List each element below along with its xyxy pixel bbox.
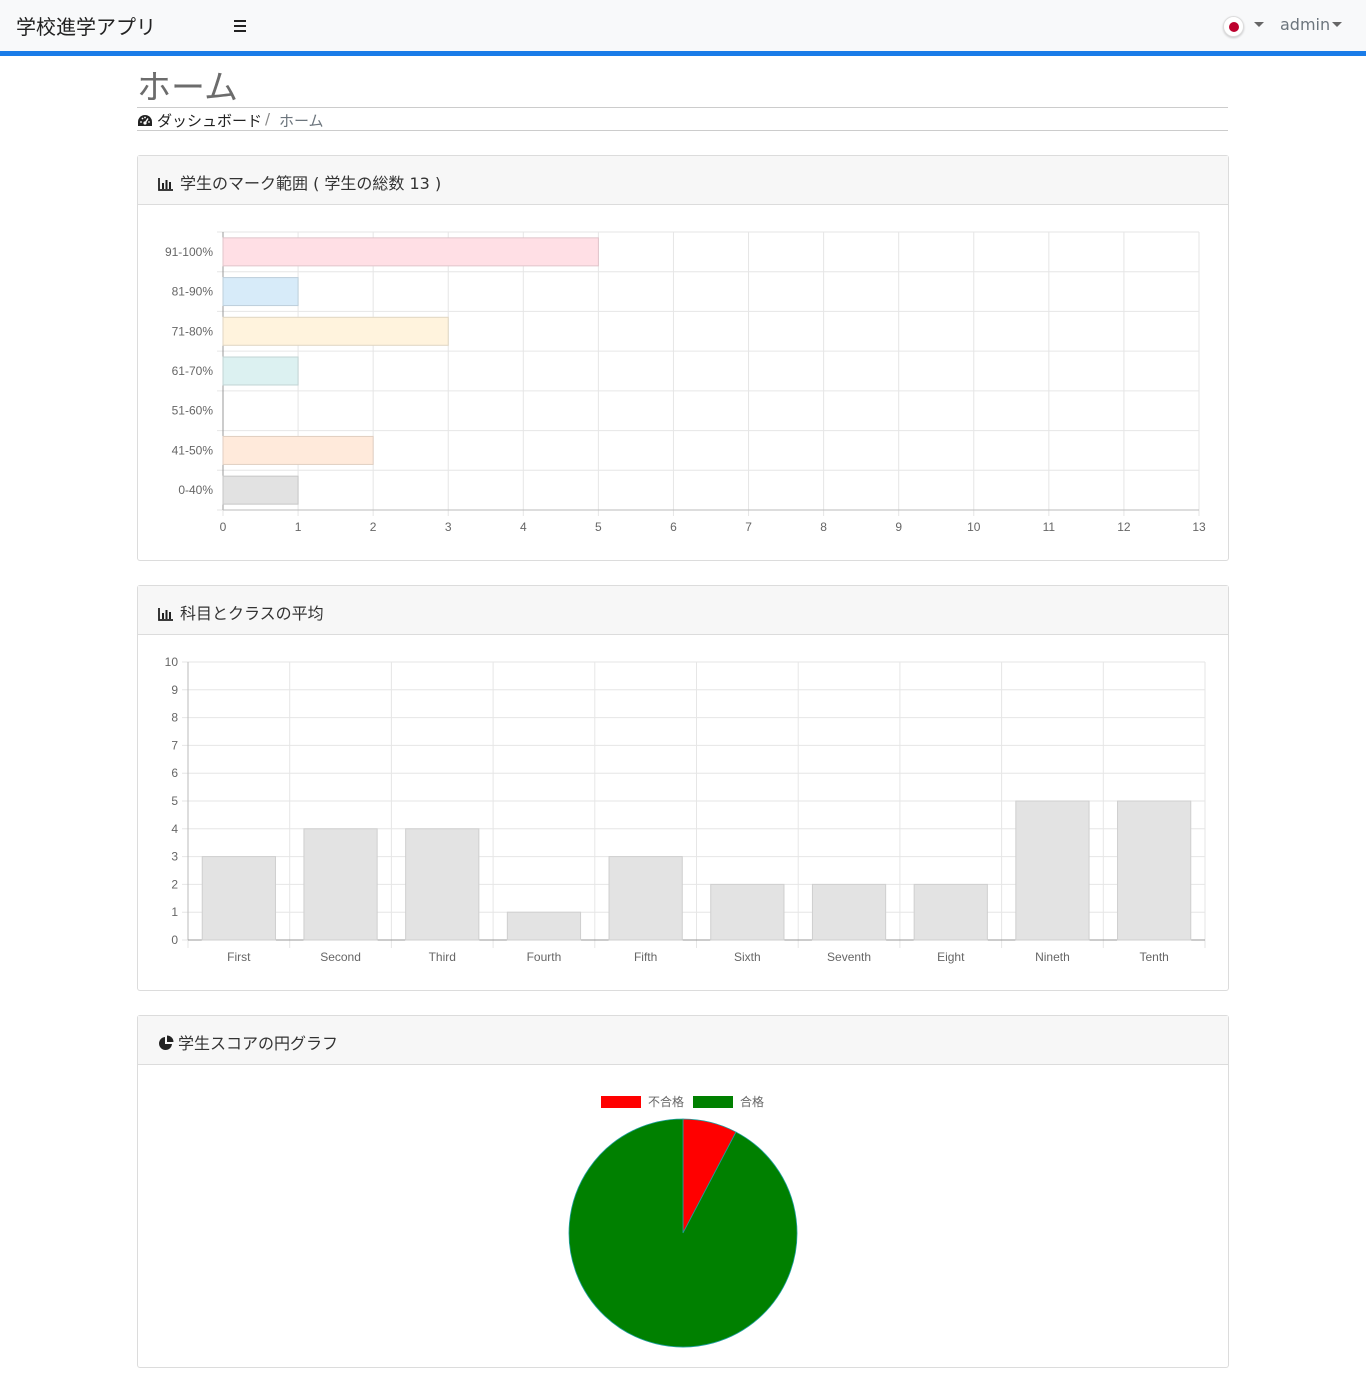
x-tick-label: 6 — [670, 520, 677, 534]
bar — [811, 883, 887, 941]
breadcrumb-dashboard-label: ダッシュボード — [157, 112, 263, 130]
card-title: 科目とクラスの平均 — [158, 600, 324, 624]
y-tick-label: 61-70% — [172, 364, 214, 378]
x-tick-label: 13 — [1192, 520, 1206, 534]
y-tick-label: 5 — [171, 794, 178, 808]
bar — [201, 856, 276, 941]
y-tick-label: 3 — [171, 850, 178, 864]
bar — [222, 277, 299, 307]
y-tick-label: 9 — [171, 683, 178, 697]
y-tick-label: 41-50% — [172, 443, 214, 457]
y-tick-label: 0-40% — [178, 483, 213, 497]
user-dropdown[interactable]: admin — [1276, 13, 1346, 39]
breadcrumb-separator: / — [265, 110, 271, 128]
divider — [137, 130, 1228, 131]
bar — [506, 911, 582, 941]
bar — [1015, 800, 1090, 941]
chevron-down-icon — [1254, 22, 1264, 27]
card-header: 学生スコアの円グラフ — [138, 1016, 1228, 1065]
japan-flag-icon — [1223, 16, 1244, 37]
x-tick-label: Sixth — [734, 950, 761, 964]
x-tick-label: Third — [429, 950, 456, 964]
x-tick-label: 5 — [595, 520, 602, 534]
legend-label: 合格 — [740, 1094, 764, 1109]
card-title-text: 学生スコアの円グラフ — [178, 1034, 339, 1053]
x-tick-label: 8 — [820, 520, 827, 534]
legend-swatch — [601, 1096, 641, 1108]
x-tick-label: First — [227, 950, 251, 964]
bar — [913, 883, 988, 941]
y-tick-label: 51-60% — [172, 404, 214, 418]
marks-range-chart: 0 1 2 3 4 5 6 7 8 9 10 11 12 1391-100%81-90%71-80%61-… — [165, 231, 1206, 534]
hamburger-icon[interactable] — [230, 12, 250, 40]
x-tick-label: 2 — [370, 520, 377, 534]
card-header: 学生のマーク範囲 ( 学生の総数 13 ) — [138, 156, 1228, 205]
x-tick-label: 12 — [1117, 520, 1131, 534]
marks-range-card: 学生のマーク範囲 ( 学生の総数 13 ) 0 1 2 3 4 5 6 7 8 9 10 11 12 13… — [137, 155, 1229, 561]
dashboard-icon — [138, 115, 152, 126]
x-tick-label: Tenth — [1139, 950, 1168, 964]
y-tick-label: 4 — [171, 822, 178, 836]
y-tick-label: 0 — [171, 933, 178, 947]
x-tick-label: Nineth — [1035, 950, 1070, 964]
bar — [222, 475, 299, 505]
app-brand[interactable]: 学校進学アプリ — [16, 11, 156, 40]
page-title: ホーム — [137, 68, 238, 108]
pie-chart-icon — [159, 1035, 174, 1050]
x-tick-label: 0 — [220, 520, 227, 534]
pie-slice — [568, 1118, 798, 1348]
top-navbar: 学校進学アプリ admin — [0, 0, 1366, 56]
score-pie-card: 学生スコアの円グラフ 不合格 合格 — [137, 1015, 1229, 1368]
breadcrumb-current: ホーム — [279, 112, 324, 130]
x-tick-label: 1 — [295, 520, 302, 534]
x-tick-label: Fifth — [634, 950, 657, 964]
language-dropdown[interactable] — [1221, 14, 1267, 40]
x-tick-label: Fourth — [527, 950, 562, 964]
subject-average-chart: 0 1 2 3 4 5 6 7 8 9 10 First Second Third Fourth Fifth S… — [165, 655, 1206, 964]
x-tick-label: 9 — [895, 520, 902, 534]
y-tick-label: 71-80% — [172, 324, 214, 338]
bar — [222, 356, 299, 386]
breadcrumb-dashboard-link[interactable]: ダッシュボード — [137, 110, 262, 131]
legend-swatch — [693, 1096, 733, 1108]
chevron-down-icon — [1332, 22, 1342, 27]
y-tick-label: 7 — [171, 738, 178, 752]
y-tick-label: 91-100% — [165, 245, 213, 259]
x-tick-label: 10 — [967, 520, 981, 534]
card-title-text: 科目とクラスの平均 — [180, 604, 324, 623]
y-tick-label: 6 — [171, 766, 178, 780]
card-header: 科目とクラスの平均 — [138, 586, 1228, 635]
card-title: 学生のマーク範囲 ( 学生の総数 13 ) — [158, 170, 441, 194]
x-tick-label: Seventh — [827, 950, 871, 964]
bar — [405, 828, 480, 941]
subject-average-card: 科目とクラスの平均 0 1 2 3 4 5 6 7 8 9 10 First Second Third Fo… — [137, 585, 1229, 991]
x-tick-label: Second — [320, 950, 361, 964]
x-tick-label: Eight — [937, 950, 965, 964]
bar — [303, 828, 378, 941]
bar-chart-icon — [158, 608, 173, 621]
divider — [137, 107, 1228, 108]
bar — [222, 237, 599, 267]
x-tick-label: 7 — [745, 520, 752, 534]
bar — [608, 856, 683, 941]
x-tick-label: 11 — [1043, 520, 1056, 534]
bar-chart-icon — [158, 178, 173, 191]
card-title-text: 学生のマーク範囲 ( 学生の総数 13 ) — [180, 174, 442, 193]
y-tick-label: 10 — [165, 655, 179, 669]
x-tick-label: 3 — [445, 520, 452, 534]
bar — [222, 435, 374, 465]
card-title: 学生スコアの円グラフ — [158, 1030, 338, 1054]
score-pie-chart: 不合格 合格 — [568, 1094, 798, 1348]
bar — [710, 883, 785, 941]
user-name: admin — [1280, 15, 1331, 34]
y-tick-label: 8 — [171, 711, 178, 725]
x-tick-label: 4 — [520, 520, 527, 534]
y-tick-label: 1 — [171, 905, 178, 919]
y-tick-label: 81-90% — [172, 285, 214, 299]
legend-label: 不合格 — [648, 1094, 684, 1109]
bar — [1117, 800, 1192, 941]
y-tick-label: 2 — [171, 877, 178, 891]
bar — [222, 316, 449, 346]
